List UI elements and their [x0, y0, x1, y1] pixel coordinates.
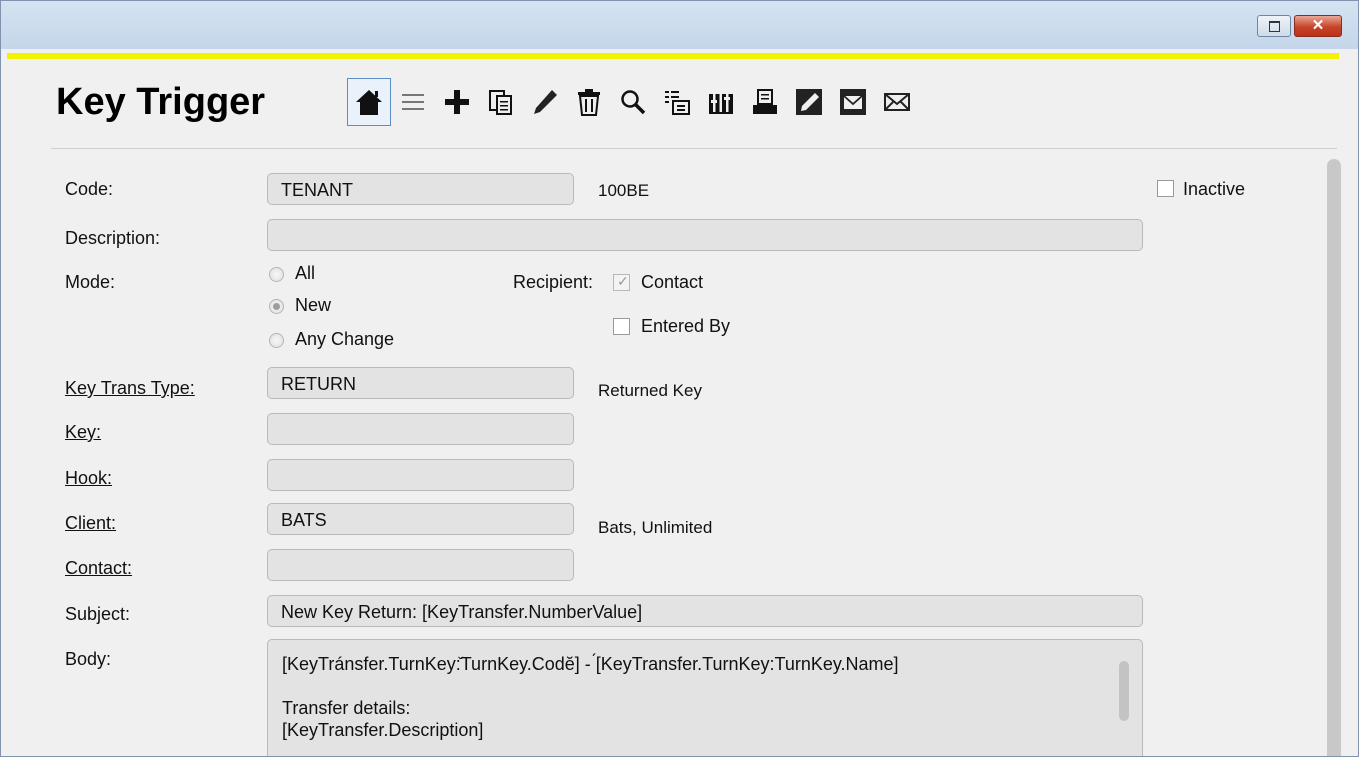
client-link[interactable]: Client: — [65, 513, 116, 534]
mode-option-new: New — [295, 295, 332, 315]
sort-icon[interactable] — [655, 78, 699, 126]
contact-field[interactable] — [267, 549, 574, 581]
mode-label: Mode: — [65, 272, 116, 292]
home-icon[interactable] — [347, 78, 391, 126]
client-field[interactable]: BATS — [267, 503, 574, 535]
key-trigger-window: ✕ Key Trigger Code: TENANT 100BE Inactiv… — [0, 0, 1359, 757]
columns-icon[interactable] — [699, 78, 743, 126]
code-label: Code: — [65, 179, 114, 199]
add-icon[interactable] — [435, 78, 479, 126]
description-field[interactable] — [267, 219, 1143, 251]
client-description: Bats, Unlimited — [598, 518, 713, 537]
search-icon[interactable] — [611, 78, 655, 126]
mode-radio-all[interactable] — [269, 267, 284, 282]
print-icon[interactable] — [743, 78, 787, 126]
mode-radio-new[interactable] — [269, 299, 284, 314]
subject-field[interactable]: New Key Return: [KeyTransfer.NumberValue… — [267, 595, 1143, 627]
mode-option-all: All — [295, 263, 316, 283]
contact-link[interactable]: Contact: — [65, 558, 132, 579]
list-icon[interactable] — [391, 78, 435, 126]
key-trans-type-description: Returned Key — [598, 381, 702, 400]
close-button[interactable]: ✕ — [1294, 15, 1342, 37]
page-scrollbar[interactable] — [1327, 159, 1341, 756]
mode-option-any-change: Any Change — [295, 329, 395, 349]
body-line: [KeyTránsfer.TurnKey:̆TurnKey.Codĕ] - ́[… — [282, 654, 899, 674]
mode-radio-any-change[interactable] — [269, 333, 284, 348]
check-icon: ✓ — [617, 273, 629, 289]
inactive-checkbox[interactable] — [1157, 180, 1174, 197]
body-line — [282, 675, 1142, 697]
hook-field[interactable] — [267, 459, 574, 491]
key-trans-type-link[interactable]: Key Trans Type: — [65, 378, 195, 399]
note-icon[interactable] — [787, 78, 831, 126]
body-scrollbar[interactable] — [1119, 661, 1129, 721]
key-trans-type-field[interactable]: RETURN — [267, 367, 574, 399]
body-textarea[interactable]: [KeyTránsfer.TurnKey:̆TurnKey.Codĕ] - ́[… — [267, 639, 1143, 756]
body-line: [KeyTransfer.Description] — [282, 720, 484, 740]
edit-icon[interactable] — [523, 78, 567, 126]
header-divider — [51, 148, 1337, 149]
subject-label: Subject: — [65, 604, 131, 624]
key-field[interactable] — [267, 413, 574, 445]
copy-icon[interactable] — [479, 78, 523, 126]
recipient-contact-checkbox[interactable]: ✓ — [613, 273, 630, 291]
email-preview-icon[interactable] — [831, 78, 875, 126]
page-title: Key Trigger — [56, 81, 266, 123]
recipient-contact-label: Contact — [641, 272, 704, 292]
delete-icon[interactable] — [567, 78, 611, 126]
description-label: Description: — [65, 228, 161, 248]
recipient-label: Recipient: — [513, 272, 594, 292]
body-line: Transfer details: — [282, 698, 411, 718]
body-label: Body: — [65, 649, 112, 669]
recipient-entered-by-label: Entered By — [641, 316, 731, 336]
code-field[interactable]: TENANT — [267, 173, 574, 205]
inactive-label: Inactive — [1183, 179, 1246, 199]
accent-bar — [7, 53, 1339, 59]
code-description: 100BE — [598, 181, 650, 200]
restore-button[interactable] — [1257, 15, 1291, 37]
hook-link[interactable]: Hook: — [65, 468, 112, 489]
recipient-entered-by-checkbox[interactable] — [613, 318, 630, 335]
key-link[interactable]: Key: — [65, 422, 101, 443]
title-bar: ✕ — [1, 1, 1358, 49]
email-icon[interactable] — [875, 78, 919, 126]
